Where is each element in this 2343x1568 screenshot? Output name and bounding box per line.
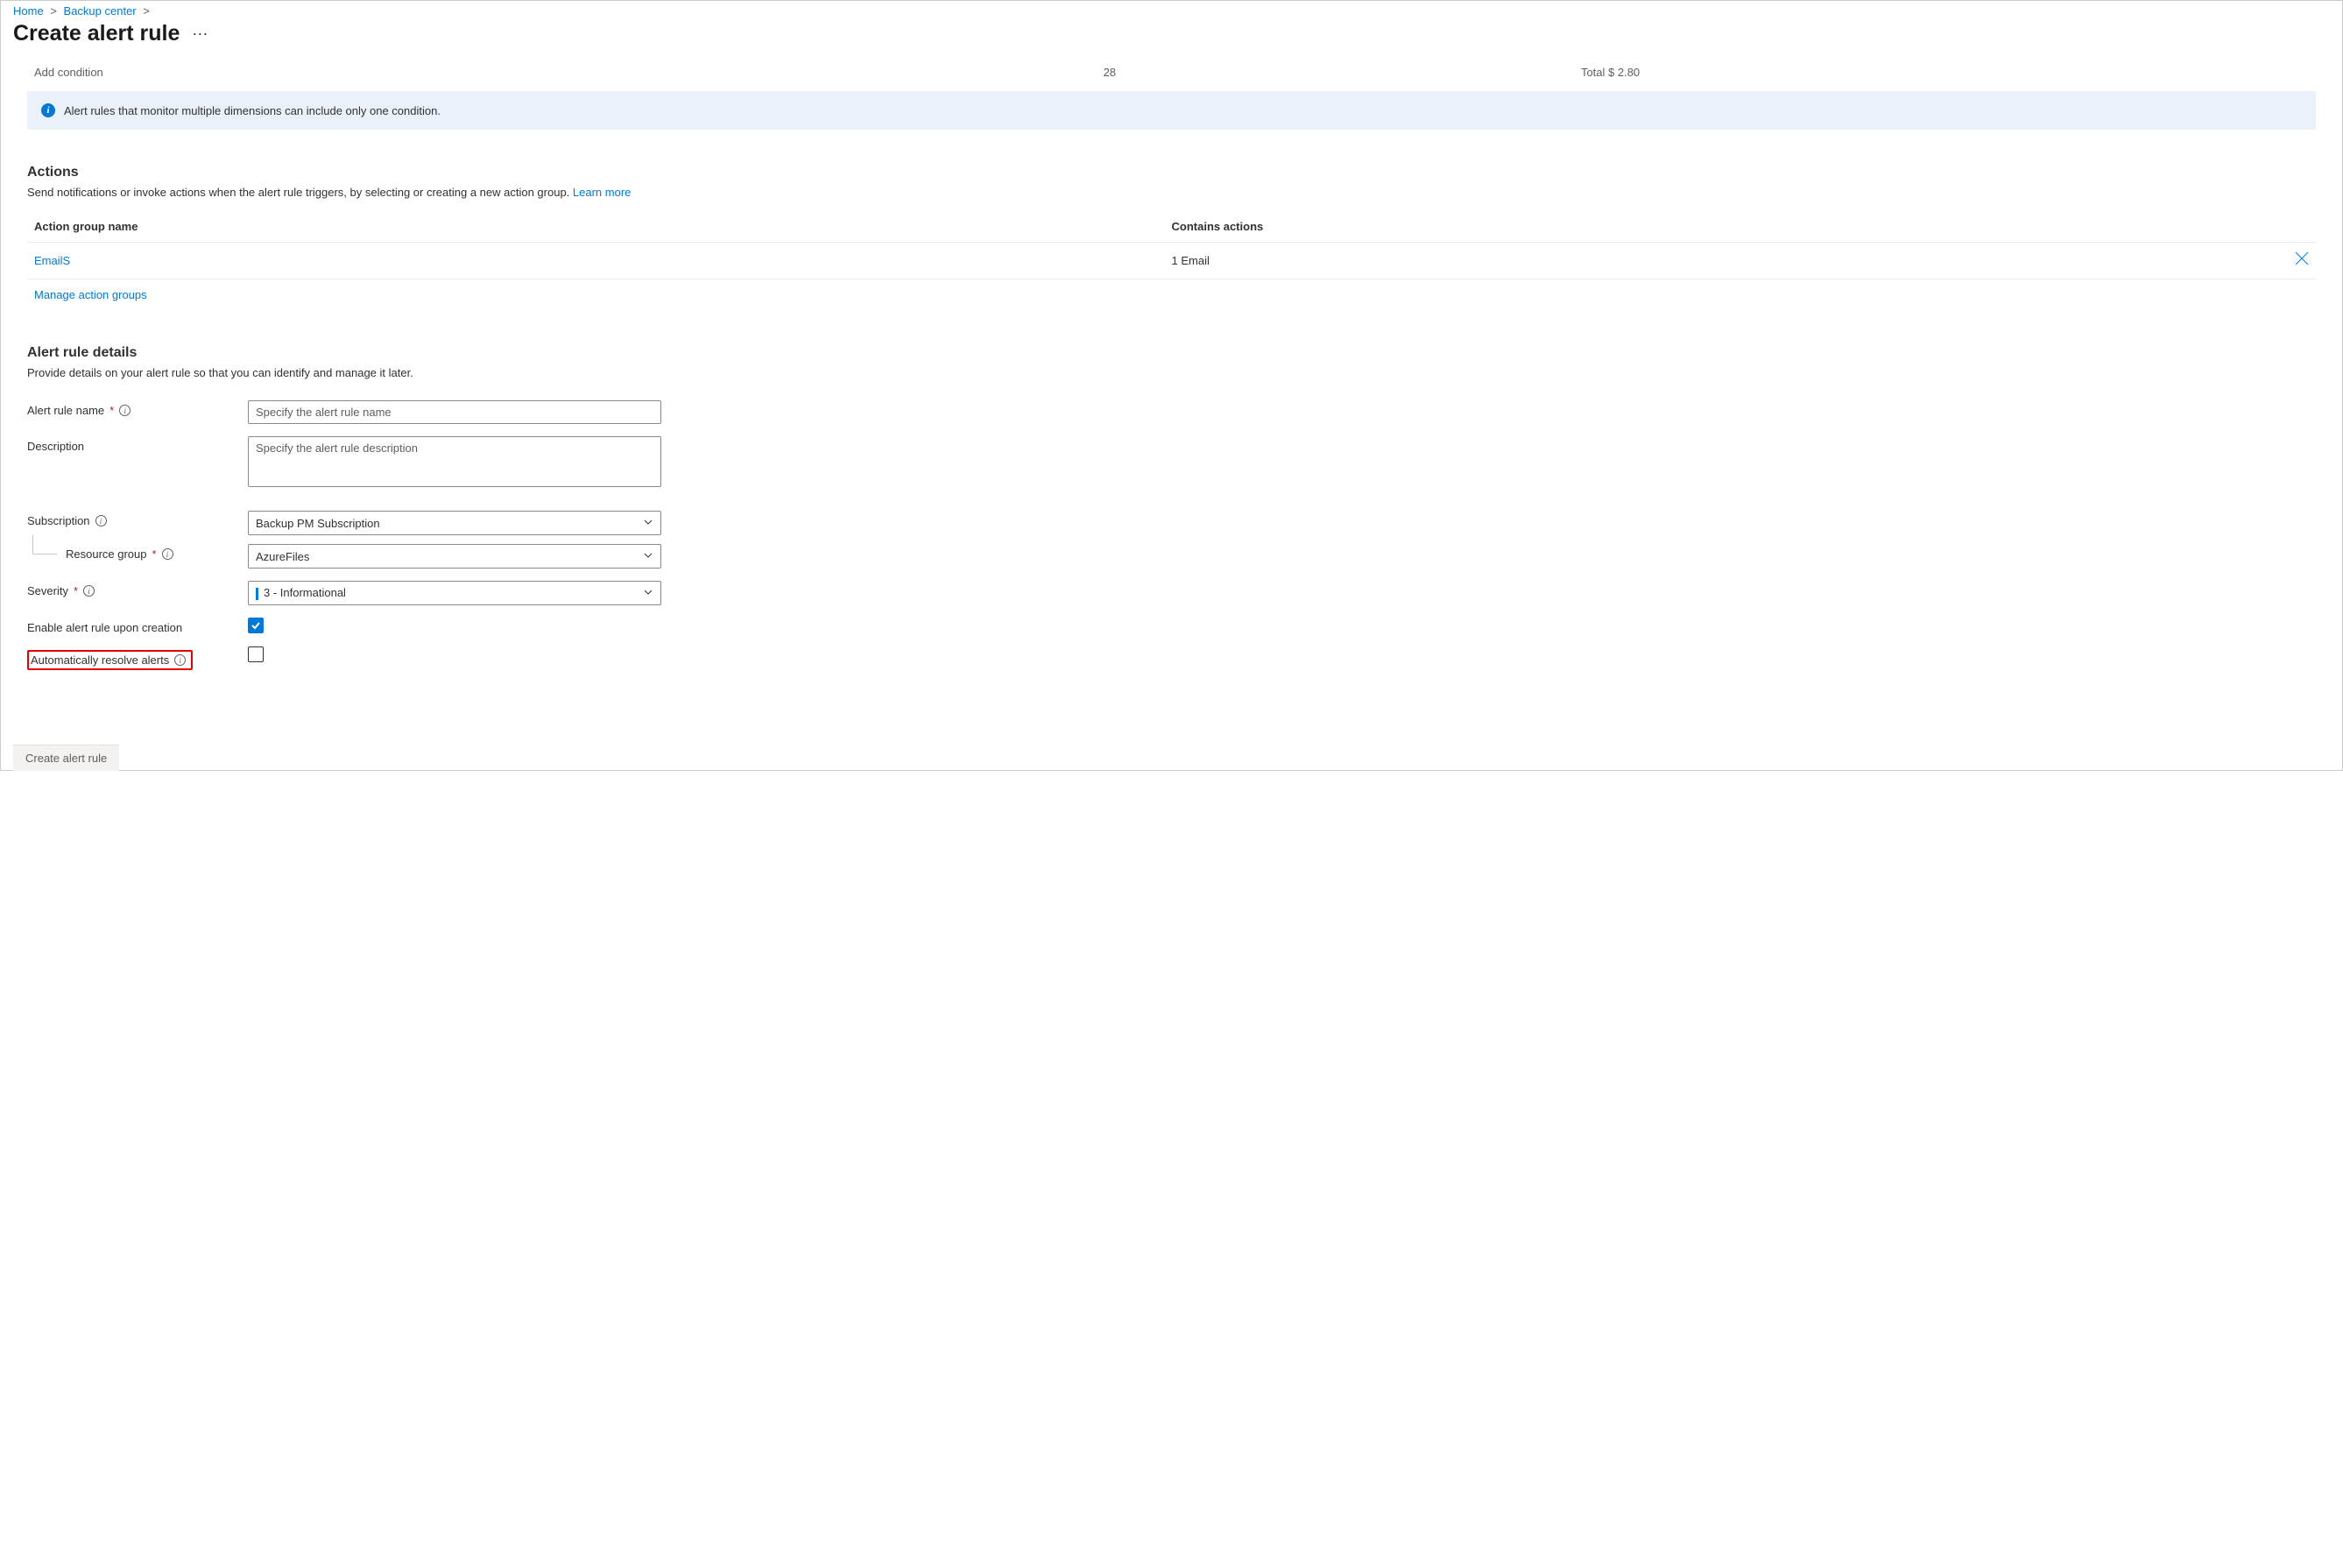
auto-resolve-highlight: Automatically resolve alerts i — [27, 650, 193, 670]
condition-row: Add condition 28 Total $ 2.80 — [27, 62, 2316, 91]
actions-section-title: Actions — [27, 165, 2316, 180]
chevron-down-icon — [643, 517, 653, 530]
remove-action-group-button[interactable] — [2295, 251, 2309, 269]
enable-on-creation-label: Enable alert rule upon creation — [27, 621, 182, 634]
description-input[interactable] — [248, 436, 661, 487]
severity-select[interactable]: 3 - Informational — [248, 581, 661, 605]
condition-total: Total $ 2.80 — [1581, 66, 2309, 79]
learn-more-link[interactable]: Learn more — [573, 186, 631, 199]
actions-section-desc: Send notifications or invoke actions whe… — [27, 186, 2316, 199]
action-group-link[interactable]: EmailS — [34, 254, 1172, 267]
tree-connector-icon — [32, 535, 57, 554]
action-group-contains: 1 Email — [1172, 254, 2275, 267]
enable-on-creation-checkbox[interactable] — [248, 618, 264, 633]
info-banner: i Alert rules that monitor multiple dime… — [27, 91, 2316, 130]
breadcrumb-backup-center[interactable]: Backup center — [64, 4, 137, 18]
required-indicator: * — [109, 404, 114, 417]
action-header-name: Action group name — [34, 220, 1172, 233]
required-indicator: * — [152, 547, 157, 561]
alert-rule-name-label: Alert rule name — [27, 404, 104, 417]
chevron-right-icon: > — [143, 4, 150, 18]
chevron-right-icon: > — [50, 4, 57, 18]
resource-group-label: Resource group — [66, 547, 147, 561]
description-label: Description — [27, 440, 84, 453]
subscription-label: Subscription — [27, 514, 90, 527]
breadcrumb-home[interactable]: Home — [13, 4, 44, 18]
chevron-down-icon — [643, 550, 653, 563]
auto-resolve-label: Automatically resolve alerts — [31, 653, 169, 667]
add-condition-link[interactable]: Add condition — [34, 66, 1104, 79]
alert-rule-name-input[interactable] — [248, 400, 661, 424]
resource-group-select[interactable]: AzureFiles — [248, 544, 661, 569]
action-header-contains: Contains actions — [1172, 220, 2275, 233]
info-icon[interactable]: i — [119, 405, 131, 416]
manage-action-groups-link[interactable]: Manage action groups — [34, 288, 147, 301]
severity-color-icon — [256, 588, 258, 600]
auto-resolve-checkbox[interactable] — [248, 646, 264, 662]
action-groups-table: Action group name Contains actions Email… — [27, 211, 2316, 310]
info-icon[interactable]: i — [162, 548, 173, 560]
details-section-title: Alert rule details — [27, 345, 2316, 361]
info-icon: i — [41, 103, 55, 117]
info-icon[interactable]: i — [174, 654, 186, 666]
breadcrumb: Home > Backup center > — [1, 1, 2342, 18]
info-icon[interactable]: i — [95, 515, 107, 526]
page-title: Create alert rule — [13, 21, 180, 46]
condition-count: 28 — [1104, 66, 1581, 79]
table-row: EmailS 1 Email — [27, 243, 2316, 279]
info-icon[interactable]: i — [83, 585, 95, 597]
subscription-select[interactable]: Backup PM Subscription — [248, 511, 661, 535]
create-alert-rule-button[interactable]: Create alert rule — [13, 745, 119, 771]
details-section-desc: Provide details on your alert rule so th… — [27, 366, 2316, 379]
info-banner-text: Alert rules that monitor multiple dimens… — [64, 104, 441, 117]
required-indicator: * — [74, 584, 78, 597]
chevron-down-icon — [643, 587, 653, 600]
more-menu-button[interactable]: ··· — [192, 25, 208, 43]
severity-label: Severity — [27, 584, 68, 597]
